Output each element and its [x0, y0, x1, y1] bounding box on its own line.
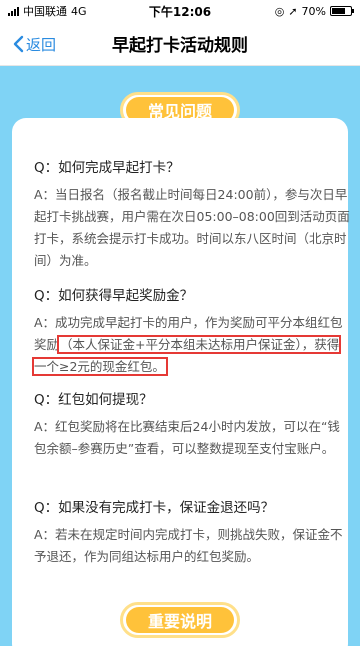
answer-1: A：当日报名（报名截止时间每日24:00前），参与次日早起打卡挑战赛，用户需在次… [34, 187, 350, 268]
status-left: 中国联通 4G [8, 3, 148, 19]
question-4: Q：如果没有完成打卡，保证金退还吗？ [34, 500, 275, 516]
lock-rotation-icon: ◎ [274, 4, 285, 18]
qa-item-1: Q：如何完成早起打卡？ A：当日报名（报名截止时间每日24:00前），参与次日早… [34, 156, 350, 272]
status-right: ◎ ➚ 70% [212, 4, 354, 18]
battery-percent: 70% [301, 4, 326, 18]
back-button[interactable]: 返回 [12, 22, 56, 66]
qa-item-4: Q：如果没有完成打卡，保证金退还吗？ A：若未在规定时间内完成打卡，则挑战失败，… [34, 496, 350, 568]
qa-item-3: Q：红包如何提现？ A：红包奖励将在比赛结束后24小时内发放，可以在“钱包余额–… [34, 388, 350, 460]
section-title-important-label: 重要说明 [126, 607, 234, 633]
chevron-left-icon [13, 35, 24, 53]
battery-icon [330, 6, 354, 16]
section-title-important: 重要说明 [120, 602, 240, 638]
location-icon: ➚ [288, 4, 298, 18]
signal-icon [8, 6, 19, 16]
clock: 下午12:06 [148, 4, 212, 19]
status-bar: 中国联通 4G 下午12:06 ◎ ➚ 70% [0, 0, 360, 22]
network-type: 4G [71, 4, 87, 18]
watermark: Baidu 经验 [257, 604, 346, 623]
back-label: 返回 [26, 35, 57, 54]
question-1: Q：如何完成早起打卡？ [34, 160, 180, 176]
qa-item-2: Q：如何获得早起奖励金？ A：成功完成早起打卡的用户，作为奖励可平分本组红包奖励… [31, 284, 350, 378]
rules-card: Q：如何完成早起打卡？ A：当日报名（报名截止时间每日24:00前），参与次日早… [12, 118, 350, 646]
nav-bar: 返回 早起打卡活动规则 [0, 22, 360, 66]
question-3: Q：红包如何提现？ [34, 392, 153, 408]
answer-2-highlight: （本人保证金+平分本组未达标用户保证金），获得一个≥2元的现金红包。 [31, 335, 342, 376]
question-2: Q：如何获得早起奖励金？ [34, 288, 194, 304]
carrier-name: 中国联通 [23, 5, 67, 18]
answer-2: A：成功完成早起打卡的用户，作为奖励可平分本组红包奖励（本人保证金+平分本组未达… [31, 312, 350, 378]
answer-3: A：红包奖励将在比赛结束后24小时内发放，可以在“钱包余额–参赛历史”查看，可以… [34, 419, 340, 456]
answer-4: A：若未在规定时间内完成打卡，则挑战失败，保证金不予退还，作为同组达标用户的红包… [34, 527, 343, 564]
